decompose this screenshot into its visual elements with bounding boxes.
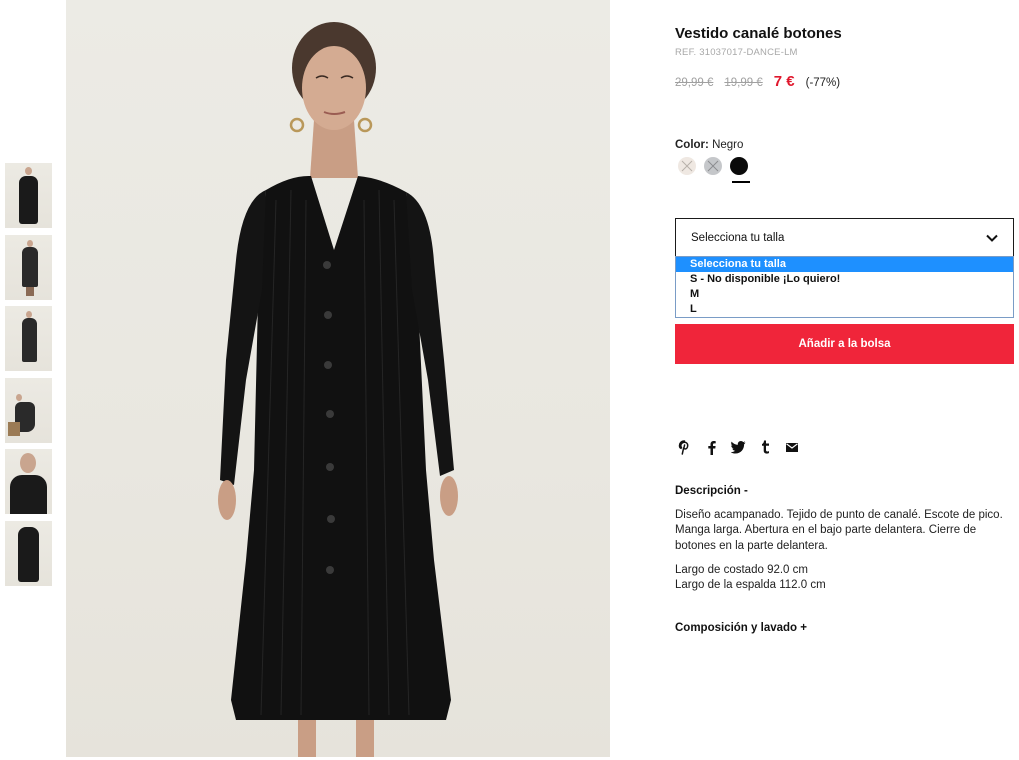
add-to-bag-button[interactable]: Añadir a la bolsa	[675, 324, 1014, 364]
chevron-down-icon	[986, 234, 998, 242]
color-swatches	[678, 157, 756, 175]
previous-price: 19,99 €	[724, 77, 763, 89]
pinterest-icon[interactable]	[676, 439, 692, 455]
size-select-value: Selecciona tu talla	[691, 232, 785, 244]
tumblr-icon[interactable]	[757, 439, 773, 455]
composition-toggle[interactable]: Composición y lavado +	[675, 622, 807, 634]
size-option-m[interactable]: M	[676, 287, 1013, 302]
size-select[interactable]: Selecciona tu talla	[675, 218, 1014, 257]
share-bar	[676, 439, 811, 455]
thumbnail-model-head	[26, 311, 32, 318]
description-measurements: Largo de costado 92.0 cm Largo de la esp…	[675, 563, 826, 592]
model-illustration	[218, 22, 458, 757]
description-toggle[interactable]: Descripción -	[675, 485, 748, 497]
color-label-key: Color:	[675, 139, 709, 151]
unavailable-cross-icon	[681, 160, 693, 172]
size-dropdown-list: Selecciona tu talla S - No disponible ¡L…	[675, 256, 1014, 318]
thumbnail-5[interactable]	[5, 449, 52, 514]
size-option-placeholder[interactable]: Selecciona tu talla	[676, 257, 1013, 272]
price-block: 29,99 € 19,99 € 7 € (-77%)	[675, 73, 840, 90]
thumbnail-model-head	[16, 393, 22, 401]
thumbnail-model-head	[27, 239, 33, 247]
facebook-icon[interactable]	[703, 439, 719, 455]
twitter-icon[interactable]	[730, 439, 746, 455]
selected-swatch-indicator	[732, 181, 750, 183]
thumbnail-stool	[8, 421, 20, 436]
discount-badge: (-77%)	[805, 77, 841, 89]
thumbnail-legs	[26, 286, 34, 296]
thumbnail-1[interactable]	[5, 163, 52, 228]
thumbnail-dress	[18, 526, 39, 582]
color-label: Color: Negro	[675, 139, 743, 151]
thumbnail-4[interactable]	[5, 377, 52, 443]
email-icon[interactable]	[784, 439, 800, 455]
color-swatch-black[interactable]	[730, 157, 748, 175]
thumbnail-model-head	[25, 167, 32, 175]
thumbnail-dress	[19, 176, 38, 224]
current-price: 7 €	[773, 73, 795, 90]
thumbnail-6[interactable]	[5, 520, 52, 586]
thumbnail-2[interactable]	[5, 234, 52, 300]
product-title: Vestido canalé botones	[675, 25, 842, 42]
unavailable-cross-icon	[707, 160, 719, 172]
color-swatch-light[interactable]	[678, 157, 696, 175]
thumbnail-dress	[22, 246, 38, 287]
description-text: Diseño acampanado. Tejido de punto de ca…	[675, 509, 1003, 552]
size-option-l[interactable]: L	[676, 302, 1013, 317]
product-reference: REF. 31037017-DANCE-LM	[675, 47, 798, 58]
color-swatch-grey[interactable]	[704, 157, 722, 175]
product-main-image[interactable]	[66, 0, 610, 757]
description-body: Diseño acampanado. Tejido de punto de ca…	[675, 508, 1014, 602]
original-price: 29,99 €	[675, 77, 714, 89]
thumbnail-dress	[22, 318, 37, 362]
thumbnail-dress	[10, 475, 47, 514]
color-value: Negro	[712, 139, 744, 151]
thumbnail-gallery	[5, 163, 52, 592]
size-option-s[interactable]: S - No disponible ¡Lo quiero!	[676, 272, 1013, 287]
thumbnail-3[interactable]	[5, 306, 52, 371]
thumbnail-model-head	[20, 453, 36, 473]
